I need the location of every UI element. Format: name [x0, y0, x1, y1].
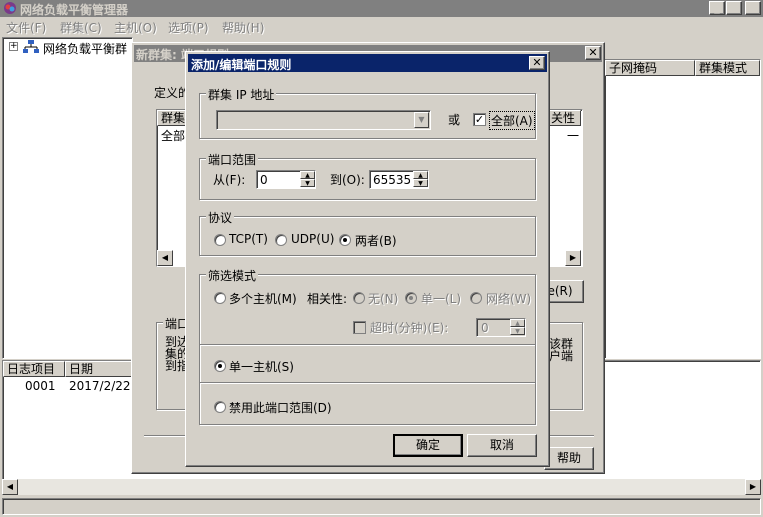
- desc-right-2: 户端: [549, 349, 574, 363]
- from-port-input[interactable]: 0 ▲ ▼: [256, 170, 316, 189]
- timeout-spin-down[interactable]: ▼: [510, 327, 525, 335]
- filter-separator-1: [200, 344, 535, 346]
- cluster-ip-group: 群集 IP 地址 ▼ 或 ✓ 全部(A): [199, 86, 536, 139]
- app-title: 网络负载平衡管理器: [20, 3, 129, 17]
- rules-scroll-left[interactable]: ◀: [157, 250, 173, 266]
- disable-range-label[interactable]: 禁用此端口范围(D): [229, 399, 332, 416]
- filter-mode-group: 筛选模式 多个主机(M) 相关性: 无(N) 单一(L) 网络(W) 超时(分钟…: [199, 267, 536, 425]
- cluster-list-pane: 子网掩码 群集模式: [604, 59, 761, 359]
- log-row-date[interactable]: 2017/2/22: [69, 379, 131, 393]
- filter-separator-2: [200, 382, 535, 384]
- timeout-spin-up[interactable]: ▲: [510, 319, 525, 327]
- menu-bar: 文件(F) 群集(C) 主机(O) 选项(P) 帮助(H): [0, 17, 763, 36]
- to-spin-down[interactable]: ▼: [413, 179, 428, 187]
- all-checkbox[interactable]: ✓: [473, 113, 486, 126]
- port-range-group: 端口范围 从(F): 0 ▲ ▼ 到(O): 65535 ▲ ▼: [199, 151, 536, 200]
- menu-file[interactable]: 文件(F): [6, 19, 46, 36]
- expand-icon[interactable]: +: [9, 42, 18, 51]
- app-icon: [3, 1, 17, 15]
- timeout-input[interactable]: 0 ▲ ▼: [476, 318, 526, 337]
- disable-range-radio[interactable]: [214, 401, 226, 413]
- to-port-input[interactable]: 65535 ▲ ▼: [369, 170, 429, 189]
- rules-scroll-right[interactable]: ▶: [565, 250, 581, 266]
- filter-mode-title: 筛选模式: [206, 267, 259, 284]
- affinity-none-radio[interactable]: [353, 292, 365, 304]
- col-subnet-mask[interactable]: 子网掩码: [605, 60, 695, 76]
- combo-dropdown-icon[interactable]: ▼: [414, 112, 429, 128]
- menu-help[interactable]: 帮助(H): [222, 19, 264, 36]
- scroll-left-button[interactable]: ◀: [2, 479, 18, 495]
- single-host-radio[interactable]: [214, 360, 226, 372]
- port-range-title: 端口范围: [206, 151, 259, 168]
- tree-root-label[interactable]: 网络负载平衡群: [43, 40, 127, 57]
- cluster-ip-title: 群集 IP 地址: [206, 86, 277, 103]
- menu-host[interactable]: 主机(O): [114, 19, 157, 36]
- multi-host-radio[interactable]: [214, 292, 226, 304]
- to-port-value: 65535: [373, 173, 412, 187]
- help-button[interactable]: 帮助: [544, 447, 594, 470]
- to-spin-up[interactable]: ▲: [413, 171, 428, 179]
- affinity-network-radio[interactable]: [470, 292, 482, 304]
- timeout-value: 0: [481, 321, 489, 335]
- protocol-group: 协议 TCP(T) UDP(U) 两者(B): [199, 209, 536, 256]
- edit-rule-title-bar: 添加/编辑端口规则 ✕: [188, 54, 547, 72]
- close-button[interactable]: ✕: [745, 1, 761, 15]
- menu-options[interactable]: 选项(P): [168, 19, 209, 36]
- from-spin-down[interactable]: ▼: [300, 179, 315, 187]
- ok-button[interactable]: 确定: [393, 434, 463, 457]
- rules-row-affinity[interactable]: 一: [567, 127, 579, 144]
- menu-cluster[interactable]: 群集(C): [60, 19, 102, 36]
- cluster-tree-icon: [23, 40, 39, 57]
- timeout-label[interactable]: 超时(分钟)(E):: [370, 319, 448, 336]
- affinity-single-label[interactable]: 单一(L): [421, 290, 461, 307]
- log-hscrollbar[interactable]: ◀ ▶: [2, 479, 761, 495]
- single-host-label[interactable]: 单一主机(S): [229, 358, 294, 375]
- or-label: 或: [448, 113, 461, 127]
- main-title-bar: 网络负载平衡管理器 _ □ ✕: [0, 0, 763, 17]
- udp-radio[interactable]: [275, 234, 287, 246]
- tcp-radio[interactable]: [214, 234, 226, 246]
- cancel-button[interactable]: 取消: [467, 434, 537, 457]
- from-label: 从(F):: [213, 173, 246, 187]
- maximize-button[interactable]: □: [726, 1, 742, 15]
- scroll-right-button[interactable]: ▶: [745, 479, 761, 495]
- udp-label[interactable]: UDP(U): [291, 232, 334, 246]
- timeout-checkbox[interactable]: [353, 321, 366, 334]
- all-label[interactable]: 全部(A): [489, 111, 535, 130]
- from-spin-up[interactable]: ▲: [300, 171, 315, 179]
- tcp-label[interactable]: TCP(T): [229, 232, 268, 246]
- affinity-none-label[interactable]: 无(N): [368, 290, 398, 307]
- rules-row-all[interactable]: 全部: [161, 127, 185, 144]
- cluster-ip-combo[interactable]: ▼: [216, 110, 431, 130]
- col-log-item[interactable]: 日志项目: [3, 361, 65, 377]
- from-port-value: 0: [260, 173, 268, 187]
- affinity-single-radio[interactable]: [405, 292, 417, 304]
- affinity-network-label[interactable]: 网络(W): [486, 290, 531, 307]
- multi-host-label[interactable]: 多个主机(M): [229, 290, 297, 307]
- tree-pane: + 网络负载平衡群: [2, 37, 133, 359]
- edit-rule-title: 添加/编辑端口规则: [191, 58, 292, 72]
- log-row-item[interactable]: 0001: [25, 379, 56, 393]
- edit-port-rule-dialog: 添加/编辑端口规则 ✕ 群集 IP 地址 ▼ 或 ✓ 全部(A) 端口范围 从(…: [185, 51, 550, 467]
- to-label: 到(O):: [330, 173, 365, 187]
- col-cluster-mode[interactable]: 群集模式: [695, 60, 760, 76]
- port-rules-close-button[interactable]: ✕: [585, 46, 601, 60]
- status-bar: [2, 498, 761, 515]
- both-label[interactable]: 两者(B): [355, 232, 397, 249]
- edit-rule-close-button[interactable]: ✕: [529, 56, 545, 70]
- rules-col-affinity[interactable]: 关性: [547, 110, 581, 126]
- affinity-label: 相关性:: [307, 292, 348, 306]
- both-radio[interactable]: [339, 234, 351, 246]
- minimize-button[interactable]: _: [709, 1, 725, 15]
- protocol-title: 协议: [206, 209, 235, 226]
